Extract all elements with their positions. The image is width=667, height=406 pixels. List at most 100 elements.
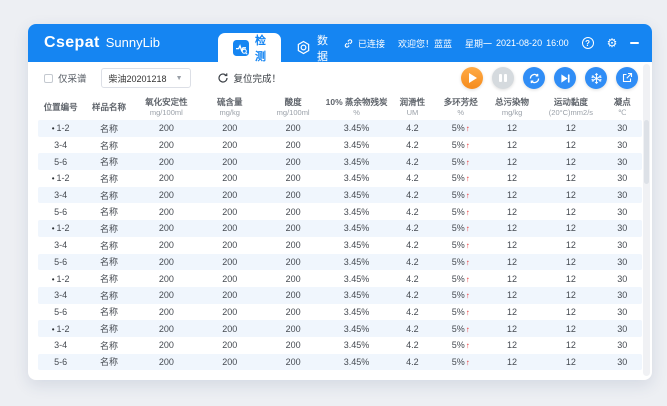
table-cell: 200 bbox=[135, 190, 198, 200]
table-cell: 12 bbox=[485, 340, 539, 350]
spectrum-only-checkbox[interactable] bbox=[44, 74, 53, 83]
table-cell: 4.2 bbox=[388, 324, 436, 334]
table-cell: 名称 bbox=[83, 139, 134, 152]
table-row[interactable]: •1-2名称2002002003.45%4.25%↑121230 bbox=[38, 270, 642, 287]
table-row[interactable]: 3-4名称2002002003.45%4.25%↑121230 bbox=[38, 237, 642, 254]
skip-button[interactable] bbox=[554, 67, 576, 89]
table-cell: 4.2 bbox=[388, 207, 436, 217]
table-row[interactable]: 5-6名称2002002003.45%4.25%↑121230 bbox=[38, 304, 642, 321]
datetime-display: 星期一 2021-08-20 16:00 bbox=[465, 37, 569, 50]
table-cell: 5-6 bbox=[38, 257, 83, 267]
table-cell: •1-2 bbox=[38, 274, 83, 284]
sample-select[interactable]: 柴油20201218 ▼ bbox=[101, 68, 191, 88]
table-cell: 200 bbox=[135, 290, 198, 300]
table-cell: 5%↑ bbox=[437, 173, 485, 183]
table-cell: 4.2 bbox=[388, 307, 436, 317]
table-cell: 200 bbox=[198, 223, 261, 233]
table-row[interactable]: 5-6名称2002002003.45%4.25%↑121230 bbox=[38, 354, 642, 371]
export-button[interactable] bbox=[616, 67, 638, 89]
freeze-button[interactable] bbox=[585, 67, 607, 89]
table-cell: 30 bbox=[603, 223, 642, 233]
over-limit-arrow: ↑ bbox=[466, 224, 470, 233]
sync-button[interactable] bbox=[523, 67, 545, 89]
tab-data[interactable]: 数据 bbox=[281, 33, 343, 62]
table-row[interactable]: •1-2名称2002002003.45%4.25%↑121230 bbox=[38, 220, 642, 237]
table-row[interactable]: 3-4名称2002002003.45%4.25%↑121230 bbox=[38, 187, 642, 204]
table-cell: 名称 bbox=[83, 122, 134, 135]
table-cell: 12 bbox=[485, 173, 539, 183]
help-button[interactable]: ? bbox=[582, 37, 594, 49]
table-cell: 4.2 bbox=[388, 223, 436, 233]
tab-detection[interactable]: 检测 bbox=[218, 33, 281, 62]
active-row-bullet: • bbox=[52, 124, 55, 133]
table-row[interactable]: •1-2名称2002002003.45%4.25%↑121230 bbox=[38, 320, 642, 337]
table-cell: 4.2 bbox=[388, 340, 436, 350]
scrollbar-track[interactable] bbox=[643, 64, 650, 376]
table-cell: 名称 bbox=[83, 239, 134, 252]
table-cell: 200 bbox=[135, 123, 198, 133]
scrollbar-thumb[interactable] bbox=[644, 120, 649, 184]
column-header: 10% 蒸余物残炭% bbox=[325, 97, 388, 117]
over-limit-arrow: ↑ bbox=[466, 158, 470, 167]
table-row[interactable]: 3-4名称2002002003.45%4.25%↑121230 bbox=[38, 287, 642, 304]
table-cell: 12 bbox=[485, 324, 539, 334]
table-cell: 3.45% bbox=[325, 307, 388, 317]
table-cell: 5-6 bbox=[38, 157, 83, 167]
table-row[interactable]: 3-4名称2002002003.45%4.25%↑121230 bbox=[38, 337, 642, 354]
table-cell: 3.45% bbox=[325, 123, 388, 133]
reset-status[interactable]: 复位完成！ bbox=[217, 71, 282, 85]
start-button[interactable] bbox=[461, 67, 483, 89]
table-cell: 200 bbox=[135, 207, 198, 217]
minimize-icon bbox=[630, 42, 639, 44]
table-cell: 200 bbox=[198, 257, 261, 267]
table-cell: 3.45% bbox=[325, 340, 388, 350]
table-cell: 5-6 bbox=[38, 307, 83, 317]
table-cell: 3.45% bbox=[325, 357, 388, 367]
table-cell: 3-4 bbox=[38, 190, 83, 200]
table-cell: 12 bbox=[485, 207, 539, 217]
table-row[interactable]: 3-4名称2002002003.45%4.25%↑121230 bbox=[38, 137, 642, 154]
table-cell: 12 bbox=[539, 173, 602, 183]
table-cell: 200 bbox=[198, 240, 261, 250]
table-cell: 3.45% bbox=[325, 290, 388, 300]
column-header: 酸度mg/100ml bbox=[261, 97, 324, 117]
table-cell: 名称 bbox=[83, 189, 134, 202]
table-cell: 3.45% bbox=[325, 324, 388, 334]
table-row[interactable]: 5-6名称2002002003.45%4.25%↑121230 bbox=[38, 254, 642, 271]
table-cell: 200 bbox=[198, 340, 261, 350]
table-cell: 5%↑ bbox=[437, 340, 485, 350]
table-cell: 200 bbox=[261, 324, 324, 334]
minimize-button[interactable] bbox=[630, 42, 639, 44]
table-cell: 12 bbox=[485, 240, 539, 250]
main-tabs: 检测 数据 bbox=[218, 24, 343, 62]
pause-button[interactable] bbox=[492, 67, 514, 89]
table-cell: 12 bbox=[485, 123, 539, 133]
table-cell: 200 bbox=[261, 157, 324, 167]
table-cell: 12 bbox=[485, 290, 539, 300]
table-cell: 3-4 bbox=[38, 140, 83, 150]
table-cell: 12 bbox=[539, 157, 602, 167]
weekday-label: 星期一 bbox=[465, 37, 492, 50]
over-limit-arrow: ↑ bbox=[466, 124, 470, 133]
table-cell: 名称 bbox=[83, 322, 134, 335]
table-cell: 12 bbox=[485, 357, 539, 367]
link-icon bbox=[343, 38, 354, 49]
table-cell: 200 bbox=[261, 190, 324, 200]
table-cell: 名称 bbox=[83, 255, 134, 268]
table-cell: •1-2 bbox=[38, 123, 83, 133]
table-row[interactable]: 5-6名称2002002003.45%4.25%↑121230 bbox=[38, 153, 642, 170]
table-cell: 4.2 bbox=[388, 140, 436, 150]
table-row[interactable]: •1-2名称2002002003.45%4.25%↑121230 bbox=[38, 120, 642, 137]
table-cell: 5%↑ bbox=[437, 223, 485, 233]
table-cell: 200 bbox=[198, 274, 261, 284]
table-row[interactable]: 5-6名称2002002003.45%4.25%↑121230 bbox=[38, 203, 642, 220]
connection-status-label: 已连接 bbox=[358, 37, 385, 50]
table-cell: 名称 bbox=[83, 339, 134, 352]
settings-button[interactable]: ⚙ bbox=[607, 37, 618, 49]
table-cell: 12 bbox=[539, 223, 602, 233]
over-limit-arrow: ↑ bbox=[466, 341, 470, 350]
column-header: 氧化安定性mg/100ml bbox=[135, 97, 198, 117]
table-cell: •1-2 bbox=[38, 223, 83, 233]
table-cell: 12 bbox=[539, 207, 602, 217]
table-row[interactable]: •1-2名称2002002003.45%4.25%↑121230 bbox=[38, 170, 642, 187]
